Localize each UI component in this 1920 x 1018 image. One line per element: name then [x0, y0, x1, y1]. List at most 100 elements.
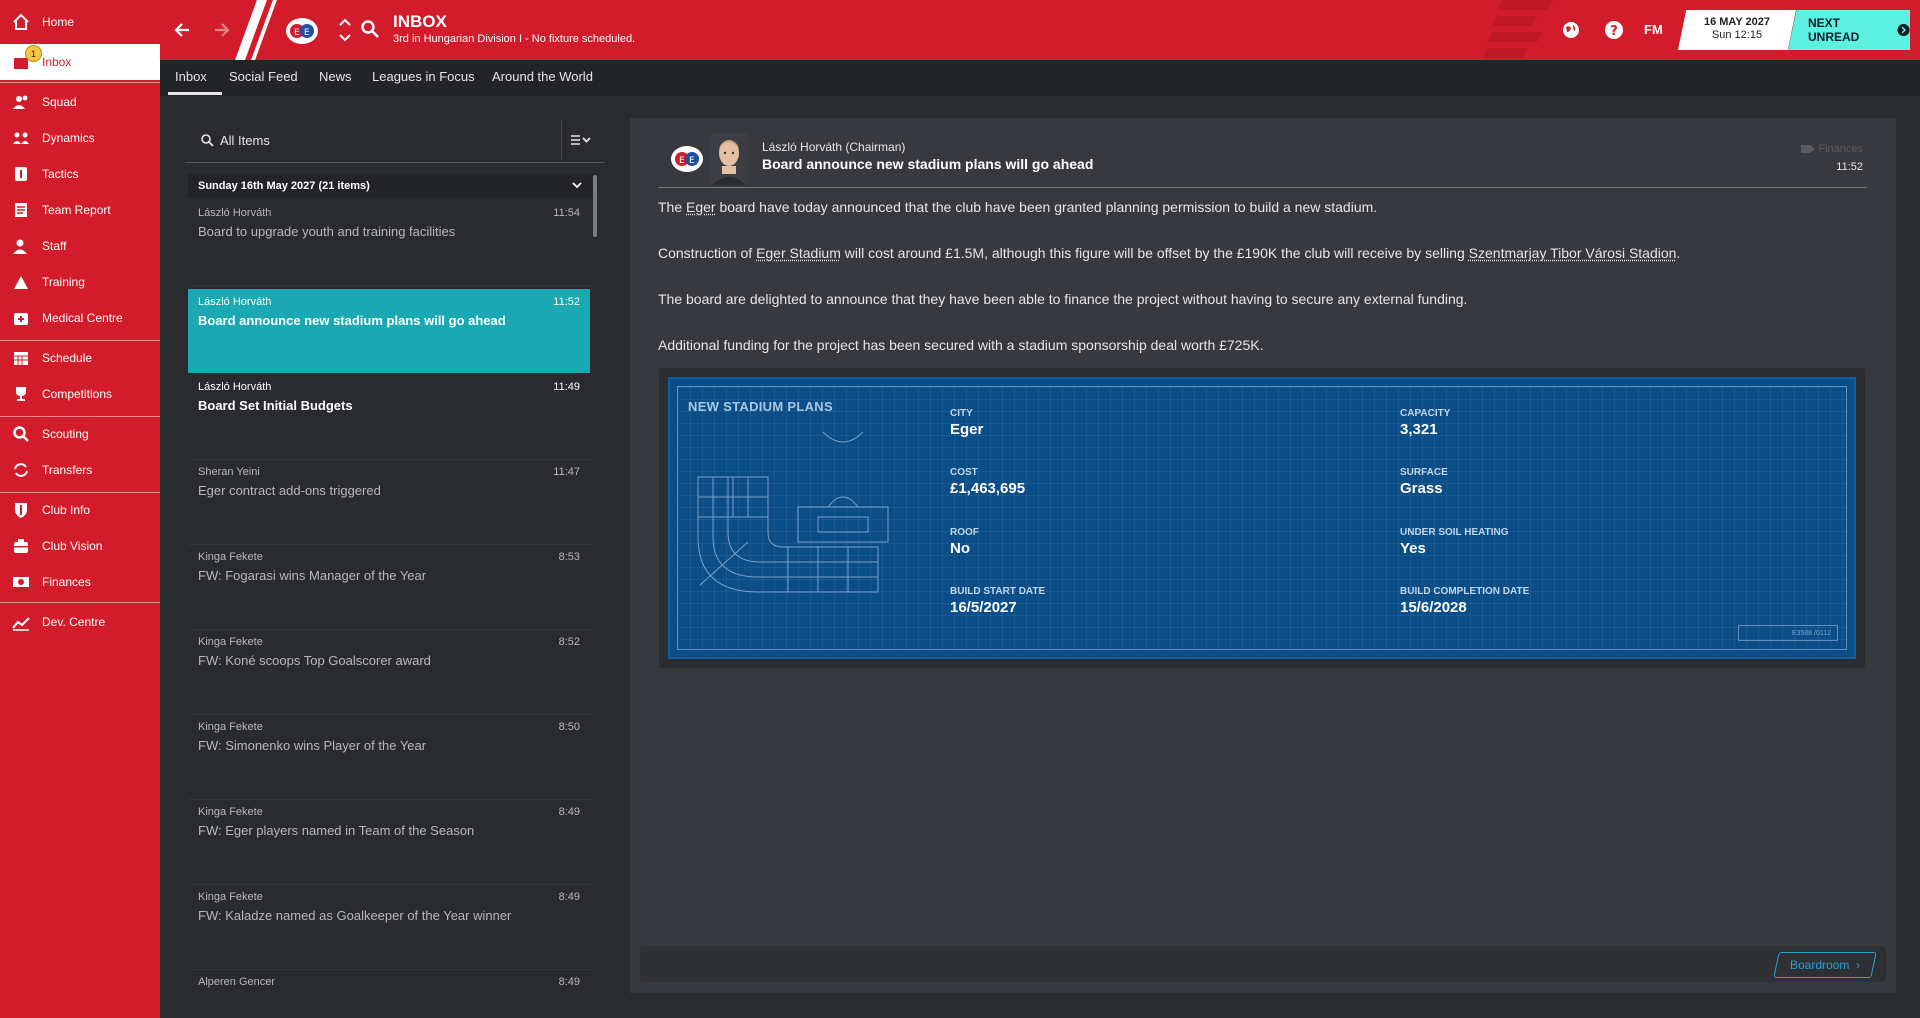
sidebar-item-home[interactable]: Home: [0, 4, 160, 40]
cost-value: £1,463,695: [950, 480, 1026, 497]
arrow-left-icon: [174, 23, 189, 37]
start-date-label: BUILD START DATE: [950, 586, 1046, 597]
sidebar-item-label: Schedule: [42, 351, 93, 365]
date-group-header[interactable]: Sunday 16th May 2027 (21 items): [188, 174, 593, 198]
page-title: INBOX: [393, 12, 447, 31]
message-time: 8:50: [558, 721, 580, 733]
message-sender: Sheran Yeini: [198, 466, 260, 478]
list-item[interactable]: Kinga Fekete 8:49 FW: Kaladze named as G…: [188, 884, 590, 968]
list-item[interactable]: Kinga Fekete 8:53 FW: Fogarasi wins Mana…: [188, 544, 590, 628]
list-item[interactable]: Kinga Fekete 8:49 FW: Eger players named…: [188, 799, 590, 883]
forward-button[interactable]: [206, 14, 238, 46]
sidebar-item-dev-centre[interactable]: Dev. Centre: [0, 604, 160, 640]
message-sender: Kinga Fekete: [198, 806, 263, 818]
divider: [188, 629, 593, 630]
tab-leagues-in-focus[interactable]: Leagues in Focus: [372, 69, 475, 84]
divider: [188, 884, 593, 885]
sidebar-item-label: Training: [42, 275, 85, 289]
tab-news[interactable]: News: [319, 69, 352, 84]
list-item[interactable]: Sheran Yeini 11:47 Eger contract add-ons…: [188, 459, 590, 543]
tab-social-feed[interactable]: Social Feed: [229, 69, 298, 84]
shield-icon: [11, 500, 31, 520]
sidebar-item-competitions[interactable]: Competitions: [0, 376, 160, 412]
tab-inbox[interactable]: Inbox: [175, 69, 207, 84]
list-filter-label: All Items: [220, 132, 270, 148]
message-sender[interactable]: László Horváth (Chairman): [762, 140, 905, 154]
sidebar-item-finances[interactable]: Finances: [0, 564, 160, 600]
club-badge-icon[interactable]: EE: [285, 14, 319, 48]
sidebar-item-transfers[interactable]: Transfers: [0, 452, 160, 488]
divider: [188, 459, 593, 460]
club-switch-chevrons[interactable]: [338, 17, 352, 43]
sidebar-item-schedule[interactable]: Schedule: [0, 340, 160, 376]
chevron-right-icon: ›: [1855, 958, 1860, 972]
list-search[interactable]: All Items: [185, 120, 560, 160]
message-category: Finances: [1801, 143, 1863, 155]
list-options-button[interactable]: [561, 120, 599, 160]
sidebar-item-club-vision[interactable]: Club Vision: [0, 528, 160, 564]
sidebar-item-team-report[interactable]: Team Report: [0, 192, 160, 228]
sidebar-item-inbox[interactable]: 1 Inbox: [0, 44, 160, 80]
help-icon: ?: [1605, 21, 1623, 39]
list-item[interactable]: László Horváth 11:54 Board to upgrade yo…: [188, 200, 590, 284]
divider: [188, 799, 593, 800]
active-tab-indicator: [168, 92, 222, 95]
sidebar-item-label: Scouting: [42, 427, 89, 441]
chevron-down-icon: [572, 182, 582, 189]
club-link[interactable]: Eger: [686, 199, 716, 215]
back-button[interactable]: [166, 14, 198, 46]
sidebar-item-club-info[interactable]: Club Info: [0, 492, 160, 528]
sidebar-item-training[interactable]: Training: [0, 264, 160, 300]
sidebar-item-tactics[interactable]: Tactics: [0, 156, 160, 192]
next-unread-button[interactable]: NEXT UNREAD: [1788, 10, 1910, 50]
boardroom-button[interactable]: Boardroom ›: [1773, 952, 1877, 978]
message-time: 11:47: [553, 466, 580, 478]
start-date-value: 16/5/2027: [950, 599, 1017, 616]
sidebar-item-dynamics[interactable]: Dynamics: [0, 120, 160, 156]
arrow-right-icon: [215, 23, 230, 37]
svg-text:?: ?: [1610, 24, 1618, 39]
sender-portrait[interactable]: [710, 133, 748, 185]
trophy-icon: [11, 384, 31, 404]
list-item[interactable]: Kinga Fekete 8:52 FW: Koné scoops Top Go…: [188, 629, 590, 713]
list-item[interactable]: Kinga Fekete 8:50 FW: Simonenko wins Pla…: [188, 714, 590, 798]
medical-icon: [11, 308, 31, 328]
svg-text:E: E: [294, 28, 300, 38]
fm-menu-button[interactable]: FM: [1644, 22, 1663, 37]
sidebar-item-label: Competitions: [42, 387, 113, 401]
divider: [185, 162, 605, 163]
sidebar-divider: [0, 82, 160, 83]
reader-footer: Boardroom ›: [640, 946, 1886, 982]
sidebar-item-scouting[interactable]: Scouting: [0, 416, 160, 452]
list-item-selected[interactable]: László Horváth 11:52 Board announce new …: [188, 289, 590, 373]
sidebar-item-label: Club Vision: [42, 539, 103, 553]
sidebar-item-label: Home: [42, 15, 75, 29]
message-sender: Kinga Fekete: [198, 721, 263, 733]
stadium-link[interactable]: Eger Stadium: [756, 245, 841, 261]
sidebar-item-medical-centre[interactable]: Medical Centre: [0, 300, 160, 336]
continue-arrow-icon: [1897, 23, 1910, 37]
home-icon: [11, 12, 31, 32]
city-value: Eger: [950, 421, 984, 438]
boardroom-label: Boardroom: [1790, 958, 1850, 972]
search-icon[interactable]: [360, 19, 380, 39]
message-subject: FW: Koné scoops Top Goalscorer award: [198, 653, 431, 668]
game-date-button[interactable]: 16 MAY 2027 Sun 12:15: [1678, 10, 1796, 50]
vision-icon: [11, 536, 31, 556]
sidebar-item-squad[interactable]: Squad: [0, 84, 160, 120]
world-button[interactable]: [1555, 14, 1587, 46]
old-stadium-link[interactable]: Szentmarjay Tibor Városi Stadion: [1469, 245, 1677, 261]
transfers-icon: [11, 460, 31, 480]
help-button[interactable]: ?: [1598, 14, 1630, 46]
tab-around-the-world[interactable]: Around the World: [492, 69, 593, 84]
card-title: NEW STADIUM PLANS: [688, 399, 833, 414]
squad-icon: [11, 92, 31, 112]
finances-icon: [11, 572, 31, 592]
list-item[interactable]: Alperen Gencer 8:49: [188, 969, 590, 1018]
message-paragraph: The Eger board have today announced that…: [658, 199, 1378, 215]
list-item[interactable]: László Horváth 11:49 Board Set Initial B…: [188, 374, 590, 458]
message-time: 8:49: [558, 806, 580, 818]
next-unread-label: NEXT UNREAD: [1808, 16, 1860, 44]
divider: [658, 187, 1867, 188]
sidebar-item-staff[interactable]: Staff: [0, 228, 160, 264]
